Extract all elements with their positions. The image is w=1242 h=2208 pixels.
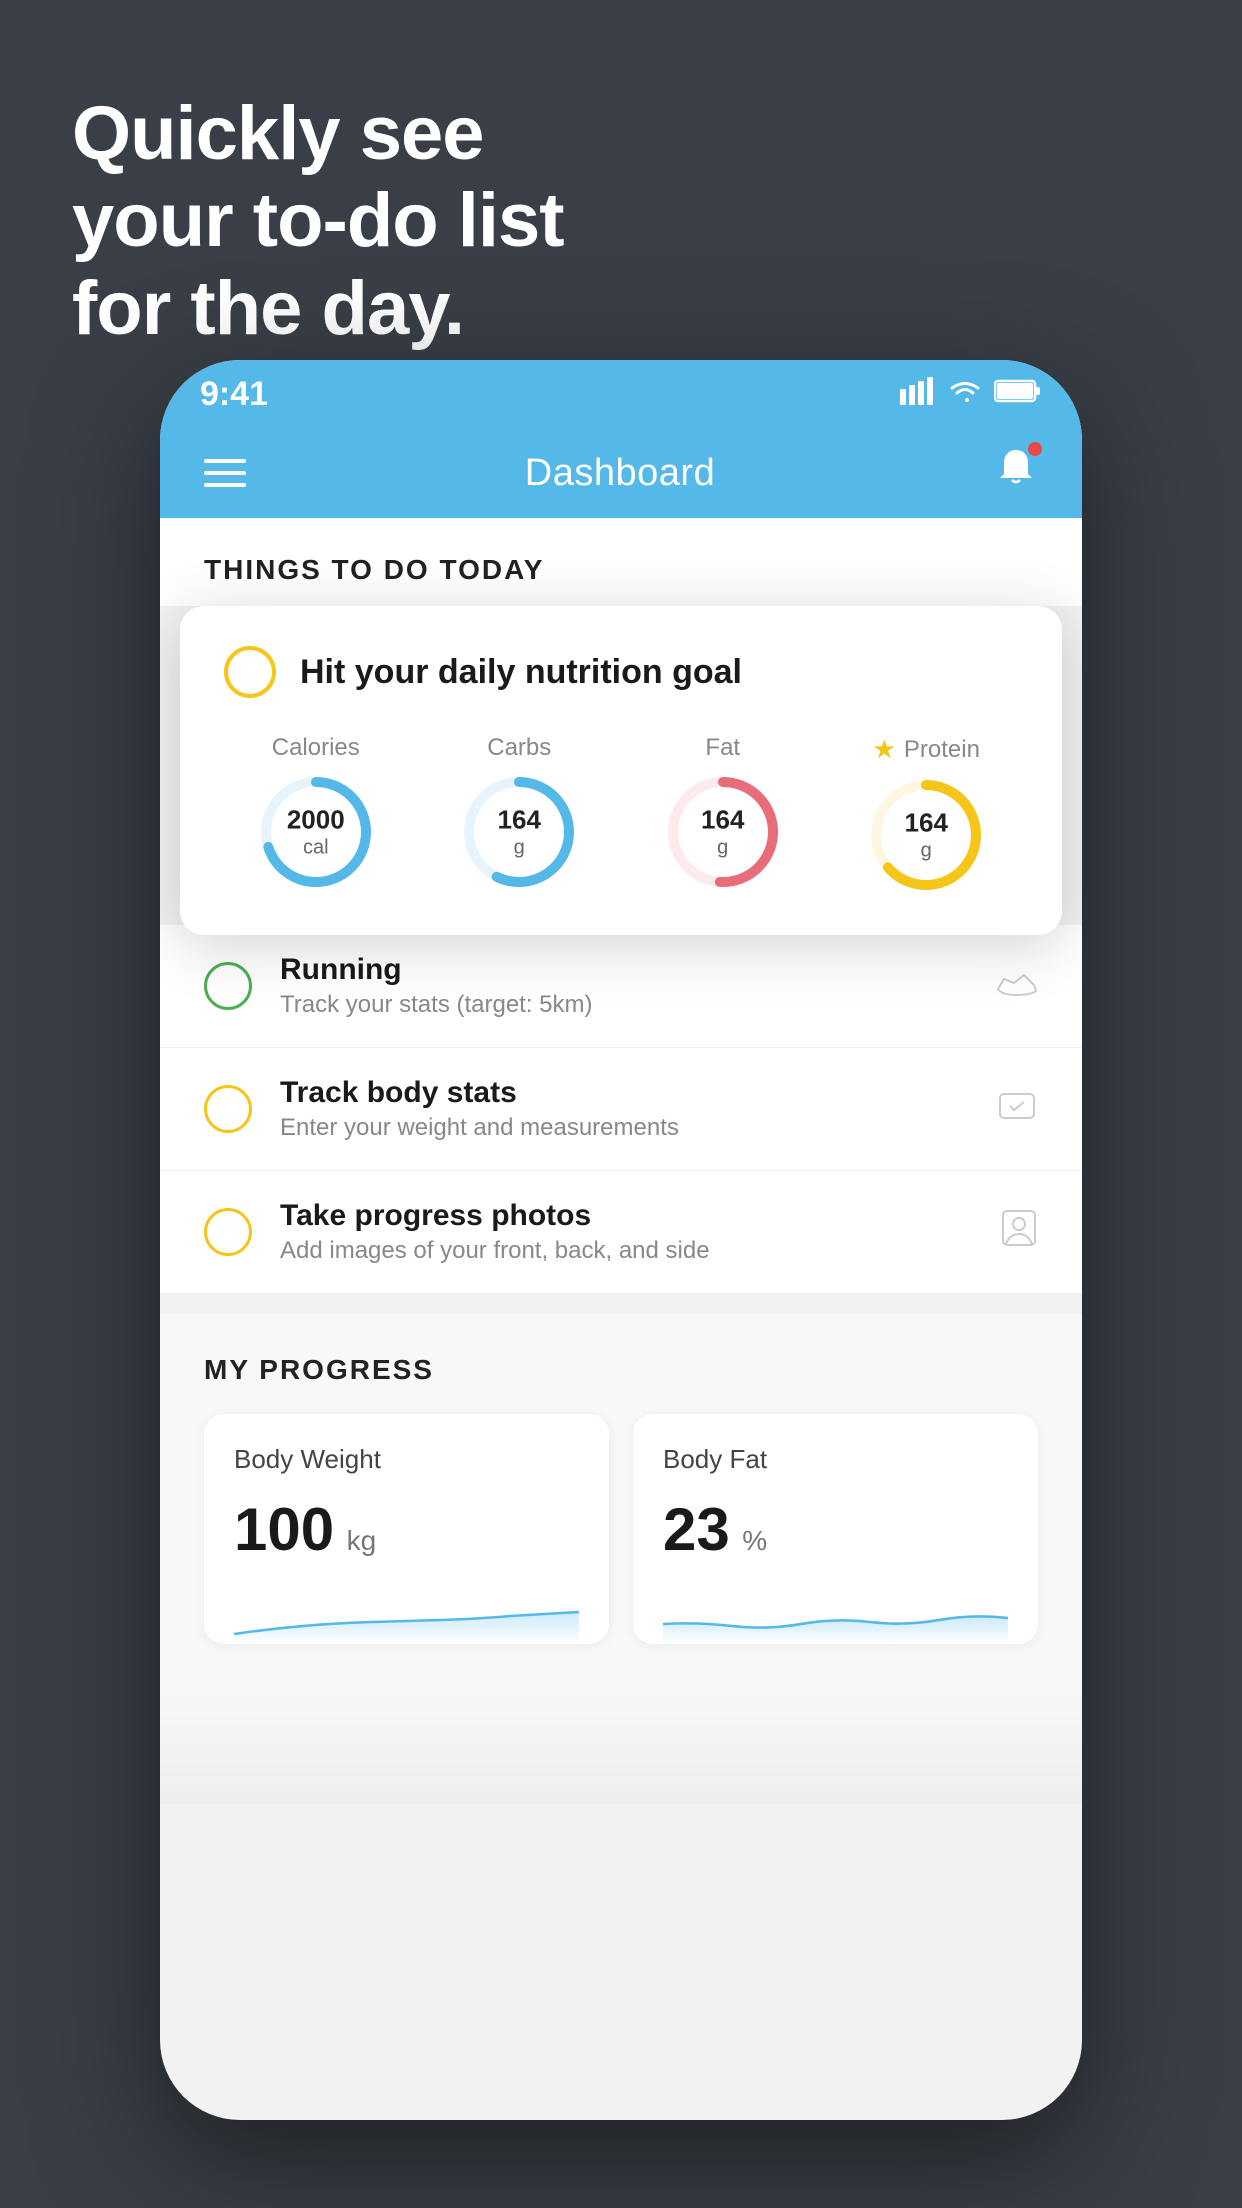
carbs-label: Carbs — [487, 734, 551, 762]
headline-line3: for the day. — [72, 266, 464, 351]
star-icon: ★ — [873, 734, 896, 765]
shoe-icon — [996, 965, 1038, 1008]
section-title: THINGS TO DO TODAY — [204, 554, 544, 585]
calories-label: Calories — [272, 734, 360, 762]
body-fat-card[interactable]: Body Fat 23 % — [633, 1414, 1038, 1644]
body-weight-value-row: 100 kg — [234, 1495, 579, 1564]
scale-icon — [996, 1088, 1038, 1131]
status-time: 9:41 — [200, 375, 268, 414]
status-bar: 9:41 — [160, 360, 1082, 428]
todo-circle-body-stats — [204, 1085, 252, 1133]
hamburger-menu-button[interactable] — [204, 459, 246, 487]
progress-title: MY PROGRESS — [204, 1354, 1038, 1386]
goal-carbs: Carbs 164 g — [459, 734, 579, 895]
todo-circle-running — [204, 962, 252, 1010]
body-weight-chart — [234, 1584, 579, 1644]
nutrition-check-circle — [224, 646, 276, 698]
status-icons — [900, 377, 1042, 412]
nutrition-card[interactable]: Hit your daily nutrition goal Calories 2… — [180, 606, 1062, 935]
nutrition-card-title: Hit your daily nutrition goal — [300, 653, 742, 692]
goal-fat: Fat 164 g — [663, 734, 783, 895]
body-fat-label: Body Fat — [663, 1444, 1008, 1475]
bell-icon — [994, 457, 1038, 499]
todo-title-body-stats: Track body stats — [280, 1076, 968, 1110]
todo-item-running[interactable]: Running Track your stats (target: 5km) — [160, 925, 1082, 1048]
notification-bell-button[interactable] — [994, 446, 1038, 500]
nutrition-card-header: Hit your daily nutrition goal — [224, 646, 1018, 698]
headline-line1: Quickly see — [72, 91, 484, 176]
goal-protein: ★ Protein 164 g — [866, 734, 986, 895]
body-fat-value: 23 — [663, 1496, 730, 1563]
section-header: THINGS TO DO TODAY — [160, 518, 1082, 606]
body-weight-value: 100 — [234, 1496, 334, 1563]
todo-subtitle-running: Track your stats (target: 5km) — [280, 991, 968, 1019]
protein-label: ★ Protein — [873, 734, 980, 765]
headline: Quickly see your to-do list for the day. — [72, 90, 564, 352]
progress-section: MY PROGRESS Body Weight 100 kg — [160, 1314, 1082, 1684]
todo-item-photos[interactable]: Take progress photos Add images of your … — [160, 1171, 1082, 1294]
todo-text-body-stats: Track body stats Enter your weight and m… — [280, 1076, 968, 1142]
notification-dot — [1028, 442, 1042, 456]
headline-line2: your to-do list — [72, 178, 564, 263]
carbs-ring: 164 g — [459, 772, 579, 892]
signal-icon — [900, 377, 936, 412]
todo-title-photos: Take progress photos — [280, 1199, 972, 1233]
phone-mockup: 9:41 — [160, 360, 1082, 2120]
calories-value: 2000 cal — [287, 804, 345, 859]
nutrition-goals: Calories 2000 cal Carbs — [224, 734, 1018, 895]
body-weight-card[interactable]: Body Weight 100 kg — [204, 1414, 609, 1644]
todo-circle-photos — [204, 1208, 252, 1256]
fat-ring: 164 g — [663, 772, 783, 892]
fat-label: Fat — [705, 734, 740, 762]
progress-cards: Body Weight 100 kg — [204, 1414, 1038, 1644]
todo-text-running: Running Track your stats (target: 5km) — [280, 953, 968, 1019]
protein-ring: 164 g — [866, 775, 986, 895]
protein-value: 164 g — [905, 807, 948, 862]
navbar: Dashboard — [160, 428, 1082, 518]
calories-ring: 2000 cal — [256, 772, 376, 892]
carbs-value: 164 g — [498, 804, 541, 859]
body-weight-label: Body Weight — [234, 1444, 579, 1475]
goal-calories: Calories 2000 cal — [256, 734, 376, 895]
navbar-title: Dashboard — [525, 452, 715, 495]
todo-item-body-stats[interactable]: Track body stats Enter your weight and m… — [160, 1048, 1082, 1171]
body-fat-chart — [663, 1584, 1008, 1644]
battery-icon — [994, 378, 1042, 411]
body-weight-unit: kg — [347, 1525, 377, 1556]
portrait-icon — [1000, 1208, 1038, 1257]
todo-subtitle-photos: Add images of your front, back, and side — [280, 1237, 972, 1265]
todo-subtitle-body-stats: Enter your weight and measurements — [280, 1114, 968, 1142]
todo-list: Running Track your stats (target: 5km) T… — [160, 925, 1082, 1294]
body-fat-value-row: 23 % — [663, 1495, 1008, 1564]
todo-text-photos: Take progress photos Add images of your … — [280, 1199, 972, 1265]
body-fat-unit: % — [742, 1525, 767, 1556]
fat-value: 164 g — [701, 804, 744, 859]
phone-bottom — [160, 1684, 1082, 1804]
todo-title-running: Running — [280, 953, 968, 987]
wifi-icon — [948, 378, 982, 411]
